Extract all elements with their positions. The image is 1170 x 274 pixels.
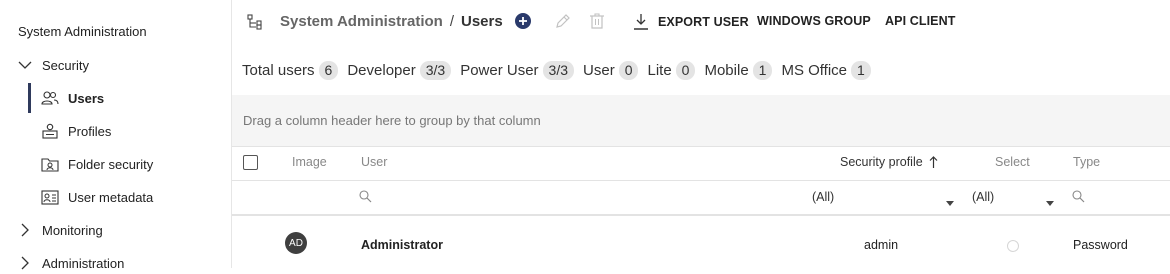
count-badge: 3/3: [542, 60, 575, 80]
count-label: Total users: [242, 61, 315, 79]
column-header-image[interactable]: Image: [292, 155, 327, 169]
sidebar-group-security[interactable]: Security: [0, 54, 89, 76]
sidebar-group-label: Security: [42, 57, 89, 73]
user-filter-search-icon[interactable]: [359, 190, 372, 203]
api-client-button[interactable]: API CLIENT: [885, 14, 955, 28]
count-label: Developer: [347, 61, 416, 79]
column-header-label: Security profile: [840, 155, 923, 169]
sort-ascending-icon: [929, 156, 938, 168]
sidebar-item-user-metadata[interactable]: User metadata: [28, 185, 228, 209]
windows-group-label: WINDOWS GROUP: [757, 14, 871, 28]
count-power-user: Power User 3/3: [460, 60, 575, 80]
sidebar: System Administration Security Users Pro…: [0, 0, 232, 271]
chevron-down-icon: [18, 58, 32, 72]
grid-header-row: Image User Security profile Select Type: [232, 146, 1170, 181]
sidebar-item-label: Profiles: [68, 123, 112, 139]
sidebar-item-folder-security[interactable]: Folder security: [28, 152, 228, 176]
folder-security-icon: [41, 156, 59, 172]
profiles-icon: [41, 123, 59, 139]
sidebar-item-label: Users: [68, 90, 105, 106]
column-header-user[interactable]: User: [361, 155, 387, 169]
count-badge: 0: [675, 60, 696, 80]
select-filter-dropdown[interactable]: (All): [972, 190, 1054, 206]
windows-group-button[interactable]: WINDOWS GROUP: [757, 14, 871, 28]
count-badge: 3/3: [419, 60, 452, 80]
count-developer: Developer 3/3: [347, 60, 452, 80]
column-header-select[interactable]: Select: [995, 155, 1030, 169]
download-icon: [632, 13, 650, 31]
select-all-checkbox[interactable]: [243, 155, 258, 170]
sidebar-group-monitoring[interactable]: Monitoring: [0, 219, 103, 241]
sidebar-item-users[interactable]: Users: [28, 83, 228, 113]
edit-icon[interactable]: [554, 12, 572, 30]
sidebar-root-title[interactable]: System Administration: [18, 24, 147, 39]
sidebar-item-label: Folder security: [68, 156, 154, 172]
count-badge: 6: [318, 60, 339, 80]
export-user-button[interactable]: EXPORT USER: [632, 13, 749, 31]
sidebar-item-profiles[interactable]: Profiles: [28, 119, 228, 143]
security-profile-filter-dropdown[interactable]: (All): [812, 190, 957, 206]
count-badge: 1: [752, 60, 773, 80]
select-radio[interactable]: [1007, 240, 1019, 252]
column-header-type[interactable]: Type: [1073, 155, 1100, 169]
security-profile-cell: admin: [864, 238, 899, 252]
delete-icon[interactable]: [589, 12, 605, 30]
chevron-right-icon: [18, 223, 32, 237]
breadcrumb-separator: /: [449, 13, 454, 30]
user-name-cell: Administrator: [361, 238, 443, 252]
hierarchy-icon[interactable]: [247, 14, 263, 30]
page-title: Users: [460, 13, 503, 30]
count-badge: 1: [851, 60, 871, 80]
add-user-button[interactable]: [514, 12, 532, 30]
grid-filter-row: (All) (All): [232, 181, 1170, 216]
sidebar-group-label: Administration: [42, 255, 125, 271]
count-mobile: Mobile 1: [704, 60, 773, 80]
api-client-label: API CLIENT: [885, 14, 956, 28]
user-metadata-icon: [41, 189, 59, 205]
users-icon: [41, 90, 59, 106]
export-user-label: EXPORT USER: [658, 15, 749, 29]
avatar: AD: [285, 232, 307, 254]
count-lite: Lite 0: [647, 60, 696, 80]
count-label: Power User: [460, 61, 539, 79]
sidebar-item-label: User metadata: [68, 189, 154, 205]
column-header-security-profile[interactable]: Security profile: [840, 155, 938, 169]
sidebar-group-administration[interactable]: Administration: [0, 252, 124, 274]
sidebar-group-label: Monitoring: [42, 222, 103, 238]
dropdown-arrow-icon: [1046, 195, 1054, 209]
count-label: MS Office: [781, 61, 848, 79]
dropdown-arrow-icon: [946, 195, 954, 209]
filter-value: (All): [812, 190, 835, 204]
group-by-hint: Drag a column header here to group by th…: [243, 113, 541, 128]
table-row[interactable]: AD Administrator admin Password: [232, 216, 1170, 268]
count-label: Mobile: [704, 61, 749, 79]
type-filter-search-icon[interactable]: [1072, 190, 1085, 203]
count-total-users: Total users 6: [242, 60, 339, 80]
group-by-panel[interactable]: Drag a column header here to group by th…: [232, 95, 1170, 147]
count-ms-office: MS Office 1: [781, 60, 871, 80]
breadcrumb-parent[interactable]: System Administration: [280, 13, 443, 30]
type-cell: Password: [1073, 238, 1128, 252]
count-label: User: [583, 61, 615, 79]
user-type-counts: Total users 6 Developer 3/3 Power User 3…: [242, 60, 880, 80]
page-header: System Administration / Users EXPORT USE…: [232, 0, 1170, 44]
count-badge: 0: [618, 60, 639, 80]
breadcrumb: System Administration / Users: [280, 13, 503, 30]
filter-value: (All): [972, 190, 995, 204]
count-user: User 0: [583, 60, 639, 80]
count-label: Lite: [647, 61, 672, 79]
